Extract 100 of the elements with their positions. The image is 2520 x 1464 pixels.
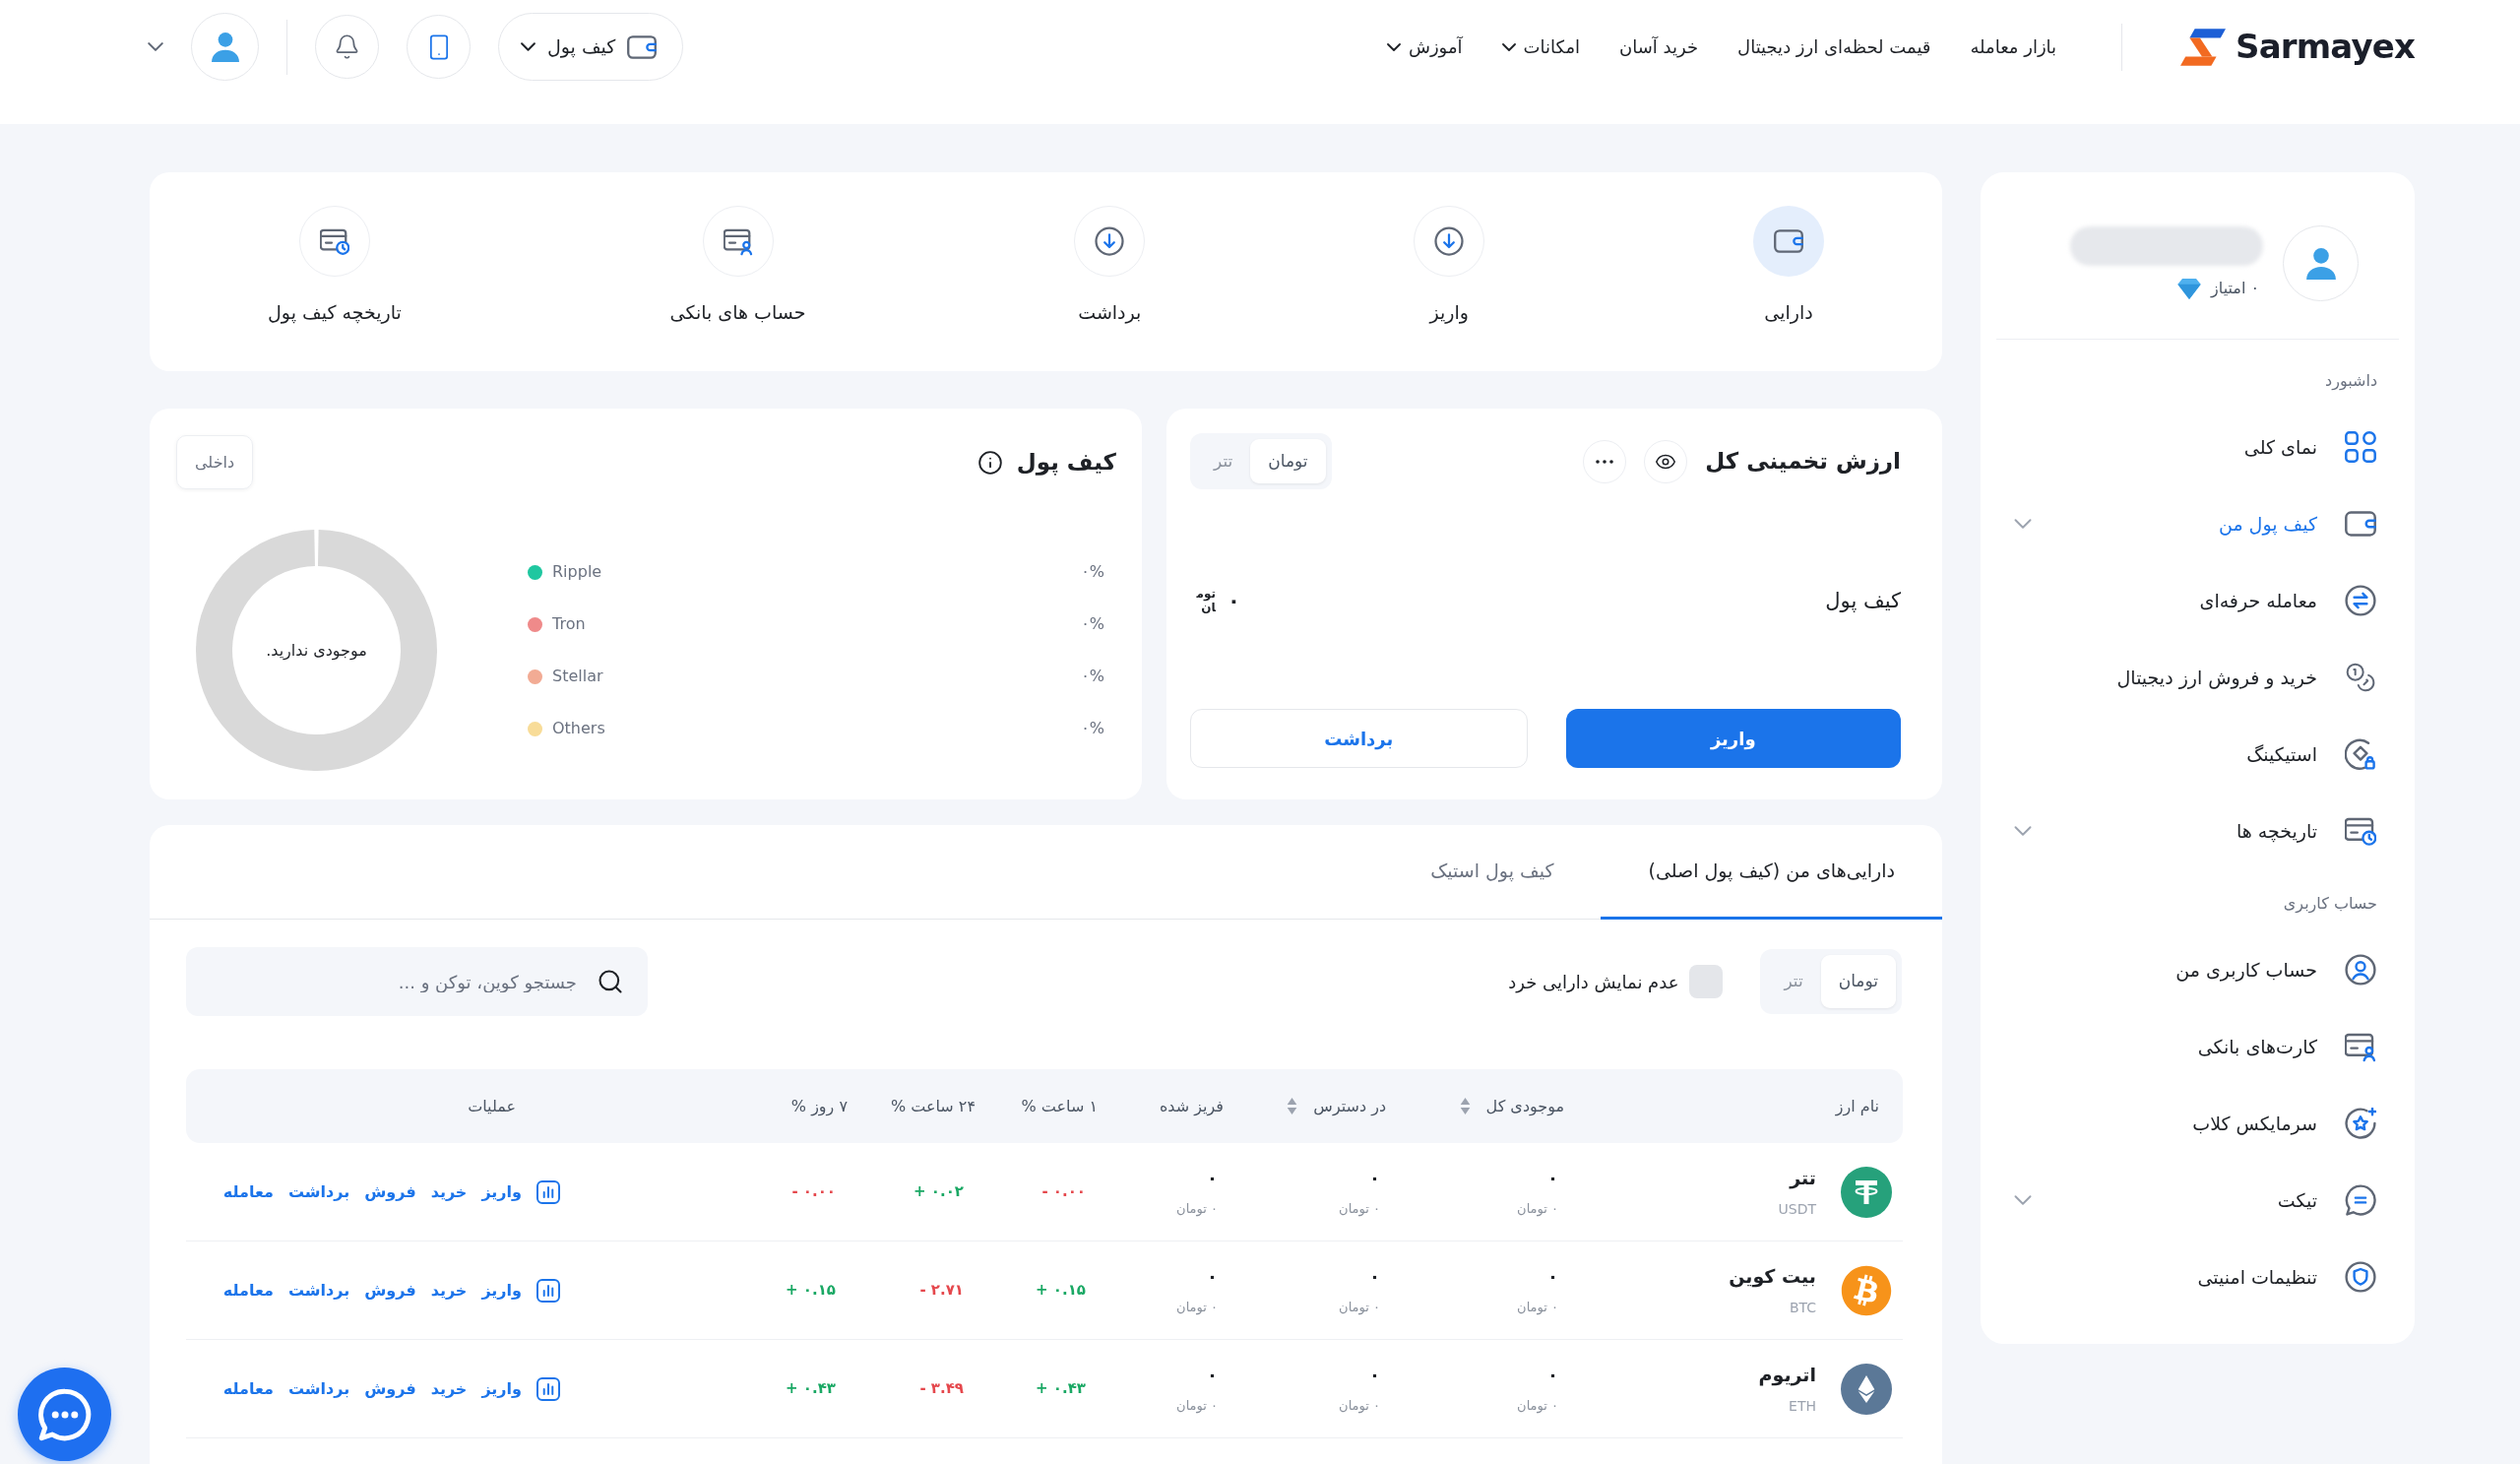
chevron-down-icon[interactable] (148, 42, 163, 51)
arrow-down-circle-icon (1095, 226, 1125, 256)
sort-icon[interactable] (1459, 1098, 1471, 1114)
sidebar-item[interactable]: حساب کاربری من (1981, 931, 2415, 1008)
toman-amount-text: ۰ تومان (1176, 1299, 1218, 1317)
table-action-link[interactable]: معامله (222, 1179, 274, 1204)
sort-icon[interactable] (1287, 1098, 1298, 1114)
quick-action-button[interactable]: برداشت (1074, 206, 1146, 327)
quick-action-button[interactable]: حساب های بانکی (669, 206, 806, 327)
currency-unit: تومان (1196, 588, 1216, 615)
coin-icon (1841, 1264, 1892, 1316)
tab[interactable]: کیف پول استیک (1383, 825, 1602, 920)
column-header: ۱ ساعت % (1021, 1095, 1098, 1117)
quick-action-button[interactable]: دارایی (1753, 206, 1824, 327)
nav-link[interactable]: بازار معامله (1970, 33, 2057, 60)
table-action-link[interactable]: برداشت (287, 1278, 350, 1303)
quick-action-button[interactable]: واریز (1414, 206, 1485, 327)
toman-amount-text: ۰ تومان (1339, 1299, 1380, 1317)
column-header: ۲۴ ساعت % (890, 1095, 976, 1117)
section-label: حساب کاربری (2282, 893, 2378, 916)
bar-chart-icon[interactable] (536, 1376, 560, 1401)
card-clock-icon (319, 226, 349, 256)
change-percent: - ۳.۴۹ (919, 1378, 964, 1400)
bar-chart-icon[interactable] (536, 1179, 560, 1204)
logo-text: Sarmayex (2236, 26, 2415, 68)
table-action-link[interactable]: خرید (430, 1376, 468, 1401)
coin-icon (1841, 1166, 1892, 1218)
table-action-link[interactable]: واریز (481, 1179, 522, 1204)
search-field[interactable]: جستجو کوین، توکن و ... (186, 947, 648, 1016)
toman-amount-text: ۰ تومان (1339, 1397, 1380, 1416)
grid-icon (2345, 431, 2376, 463)
table-action-link[interactable]: خرید (430, 1278, 468, 1303)
diamond-icon (2177, 278, 2202, 299)
sidebar-item[interactable]: تیکت (1981, 1162, 2415, 1239)
toggle-option[interactable]: تومان (1820, 955, 1896, 1008)
checkbox[interactable] (1689, 965, 1724, 998)
coins-icon (2345, 662, 2376, 693)
amount-text: ۰ (1207, 1167, 1218, 1191)
withdraw-button[interactable]: برداشت (1190, 709, 1528, 768)
nav-link[interactable]: آموزش (1386, 33, 1463, 60)
chevron-down-icon (521, 42, 536, 51)
points-text: ۰ امتیاز (2211, 278, 2259, 300)
table-action-link[interactable]: خرید (430, 1179, 468, 1204)
amount-text: ۰ (1547, 1265, 1558, 1290)
legend-label: Ripple (552, 561, 602, 583)
toman-amount-text: ۰ تومان (1517, 1200, 1558, 1219)
sidebar-item[interactable]: کیف پول من (1981, 485, 2415, 562)
nav-link[interactable]: امکانات (1501, 33, 1581, 60)
legend-label: Others (552, 718, 605, 739)
nav-link[interactable]: خرید آسان (1619, 33, 1699, 60)
table-action-link[interactable]: فروش (364, 1278, 416, 1303)
sidebar-item[interactable]: نمای کلی (1981, 409, 2415, 485)
table-action-link[interactable]: واریز (481, 1278, 522, 1303)
amount-text: ۰ (1369, 1167, 1380, 1191)
sidebar-item[interactable]: تاریخچه ها (1981, 793, 2415, 869)
sidebar-item[interactable]: استیکینگ (1981, 716, 2415, 793)
toggle-option[interactable]: تومان (1250, 439, 1326, 483)
nav-link[interactable]: قیمت لحظه‌ای ارز دیجیتال (1737, 33, 1931, 60)
quick-action-button[interactable]: تاریخچه کیف پول (268, 206, 402, 327)
change-percent: + ۰.۴۳ (786, 1378, 836, 1400)
amount-text: ۰ (1207, 1265, 1218, 1290)
table-action-link[interactable]: معامله (222, 1376, 274, 1401)
table-action-link[interactable]: واریز (481, 1376, 522, 1401)
table-action-link[interactable]: فروش (364, 1179, 416, 1204)
coin-name: اتریوم (1758, 1362, 1816, 1388)
amount-text: ۰ (1369, 1364, 1380, 1388)
chat-button[interactable] (18, 1368, 111, 1461)
amount-text: ۰ (1369, 1265, 1380, 1290)
table-action-link[interactable]: برداشت (287, 1376, 350, 1401)
info-icon[interactable] (976, 449, 1003, 476)
tab[interactable]: دارایی‌های من (کیف پول اصلی) (1601, 825, 1942, 920)
legend-percent: ۰% (1081, 718, 1104, 739)
change-percent: + ۰.۴۳ (1036, 1378, 1086, 1400)
sidebar-item[interactable]: خرید و فروش ارز دیجیتال (1981, 639, 2415, 716)
wallet-icon (1774, 226, 1803, 256)
chevron-down-icon[interactable] (2014, 1195, 2032, 1205)
table-action-link[interactable]: معامله (222, 1278, 274, 1303)
chat-lines-icon (2345, 1184, 2376, 1216)
chevron-down-icon[interactable] (2014, 826, 2032, 836)
legend-percent: ۰% (1081, 613, 1104, 635)
toman-amount-text: ۰ تومان (1517, 1299, 1558, 1317)
section-label: داشبورد (2324, 370, 2378, 393)
legend-label: Stellar (552, 666, 603, 687)
search-icon (597, 968, 624, 995)
change-percent: - ۰.۰۰ (1041, 1181, 1086, 1203)
sidebar-item[interactable]: معامله حرفه‌ای (1981, 562, 2415, 639)
sidebar-item[interactable]: تنظیمات امنیتی (1981, 1239, 2415, 1315)
toman-amount-text: ۰ تومان (1176, 1200, 1218, 1219)
card-title: ارزش تخمینی کل (1705, 447, 1901, 477)
table-action-link[interactable]: برداشت (287, 1179, 350, 1204)
legend-percent: ۰% (1081, 666, 1104, 687)
sidebar-item[interactable]: کارت‌های بانکی (1981, 1008, 2415, 1085)
checkbox-label: عدم نمایش دارایی خرد (1508, 970, 1679, 995)
wallet-type-badge: داخلی (176, 435, 254, 489)
deposit-button[interactable]: واریز (1565, 709, 1901, 768)
empty-state-text: موجودی ندارید. (266, 639, 367, 663)
bar-chart-icon[interactable] (536, 1278, 560, 1303)
table-action-link[interactable]: فروش (364, 1376, 416, 1401)
sidebar-item[interactable]: سرمایکس کلاب (1981, 1085, 2415, 1162)
chevron-down-icon[interactable] (2014, 519, 2032, 529)
